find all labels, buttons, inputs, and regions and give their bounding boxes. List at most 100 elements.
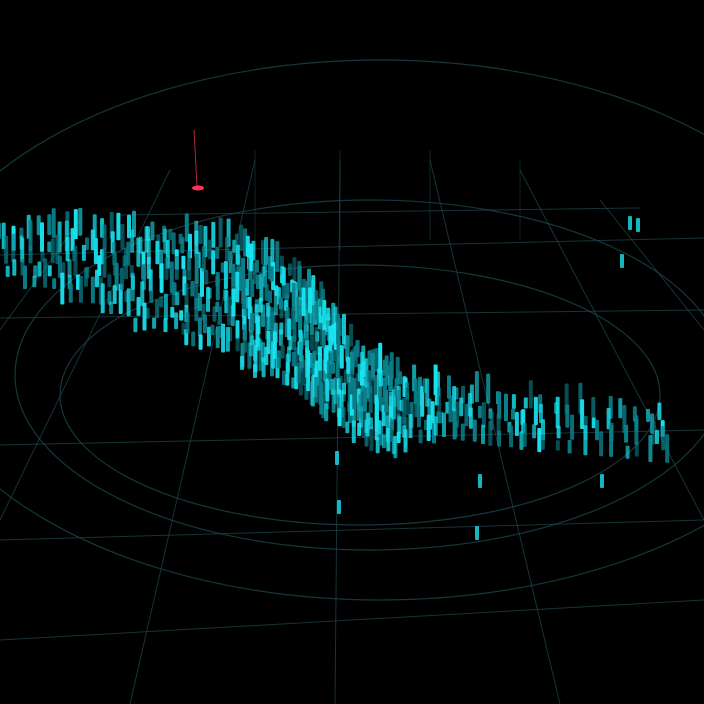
point-column bbox=[305, 340, 310, 359]
point-column bbox=[634, 415, 639, 445]
point-column bbox=[447, 375, 451, 399]
point-column bbox=[65, 236, 70, 262]
point-column bbox=[591, 397, 596, 418]
point-column bbox=[314, 377, 319, 403]
point-column bbox=[504, 394, 508, 422]
point-column bbox=[474, 371, 479, 403]
point-column bbox=[280, 344, 285, 359]
point-column bbox=[567, 440, 572, 454]
point-column bbox=[250, 279, 255, 298]
point-column bbox=[133, 317, 138, 333]
point-column bbox=[51, 208, 56, 238]
point-column bbox=[418, 429, 423, 444]
point-column bbox=[464, 403, 469, 427]
point-column bbox=[401, 397, 406, 425]
point-column bbox=[397, 416, 402, 435]
point-column bbox=[255, 259, 259, 273]
grid-line bbox=[0, 309, 704, 319]
point-column bbox=[130, 272, 135, 302]
grid-line bbox=[0, 599, 704, 641]
point-column bbox=[12, 259, 17, 276]
point-column bbox=[40, 222, 44, 252]
point-column bbox=[194, 253, 199, 284]
point-column bbox=[310, 353, 315, 375]
point-column bbox=[211, 250, 216, 275]
point-column bbox=[11, 233, 16, 263]
point-column bbox=[256, 337, 261, 351]
point-column bbox=[522, 423, 527, 447]
point-column bbox=[259, 273, 264, 302]
point-column bbox=[270, 307, 275, 331]
point-column bbox=[339, 345, 344, 369]
point-column bbox=[655, 430, 659, 444]
point-column bbox=[433, 416, 438, 436]
point-column bbox=[570, 414, 575, 440]
point-column bbox=[179, 310, 184, 321]
point-column bbox=[140, 281, 145, 306]
point-column bbox=[321, 328, 326, 349]
point-column bbox=[235, 271, 240, 303]
point-column bbox=[264, 237, 269, 265]
point-column bbox=[50, 238, 55, 264]
point-column bbox=[297, 265, 302, 291]
point-column bbox=[385, 415, 390, 443]
point-column bbox=[478, 474, 482, 488]
point-column bbox=[159, 263, 164, 293]
point-column bbox=[523, 397, 528, 409]
point-column bbox=[369, 426, 374, 452]
point-column bbox=[120, 267, 124, 291]
point-column bbox=[379, 369, 383, 387]
point-column bbox=[190, 281, 195, 297]
point-column bbox=[204, 270, 209, 285]
point-column bbox=[345, 421, 350, 434]
point-column bbox=[389, 361, 393, 392]
point-column bbox=[448, 395, 453, 423]
point-column bbox=[442, 412, 446, 437]
point-column bbox=[235, 320, 240, 339]
point-column bbox=[625, 445, 630, 459]
point-cloud-canvas[interactable] bbox=[0, 0, 704, 704]
point-column bbox=[325, 378, 330, 402]
point-column bbox=[537, 428, 542, 453]
point-column bbox=[378, 387, 382, 399]
point-column bbox=[126, 288, 131, 317]
point-column bbox=[4, 235, 9, 264]
point-column bbox=[583, 425, 588, 456]
point-column bbox=[249, 330, 254, 357]
point-column bbox=[609, 425, 614, 457]
point-column bbox=[194, 298, 199, 322]
point-column bbox=[511, 394, 516, 409]
point-column bbox=[230, 305, 235, 327]
point-column bbox=[370, 349, 375, 381]
point-column bbox=[47, 241, 52, 253]
point-column bbox=[511, 408, 515, 420]
grid-line bbox=[334, 159, 341, 704]
point-column bbox=[107, 274, 112, 288]
point-column bbox=[595, 419, 599, 441]
point-column bbox=[342, 313, 346, 345]
point-column bbox=[163, 318, 168, 333]
point-column bbox=[475, 526, 479, 540]
point-column bbox=[437, 387, 442, 412]
point-column bbox=[488, 421, 493, 446]
point-column bbox=[32, 275, 37, 288]
point-column bbox=[253, 339, 258, 361]
point-column bbox=[142, 302, 147, 331]
point-column bbox=[389, 422, 394, 442]
grid-line bbox=[0, 169, 171, 521]
origin-axis-marker-icon bbox=[192, 129, 204, 191]
point-column bbox=[268, 290, 272, 304]
point-column bbox=[599, 431, 604, 457]
point-column bbox=[453, 420, 458, 438]
point-column bbox=[337, 318, 342, 336]
point-cloud-viewport[interactable] bbox=[0, 0, 704, 704]
point-column bbox=[215, 246, 220, 259]
point-column bbox=[223, 261, 228, 289]
point-column bbox=[163, 293, 168, 320]
point-column bbox=[155, 240, 160, 265]
point-column bbox=[403, 429, 408, 453]
point-column bbox=[68, 283, 73, 303]
point-column bbox=[67, 259, 72, 278]
point-column bbox=[245, 278, 250, 296]
point-column bbox=[235, 244, 240, 265]
